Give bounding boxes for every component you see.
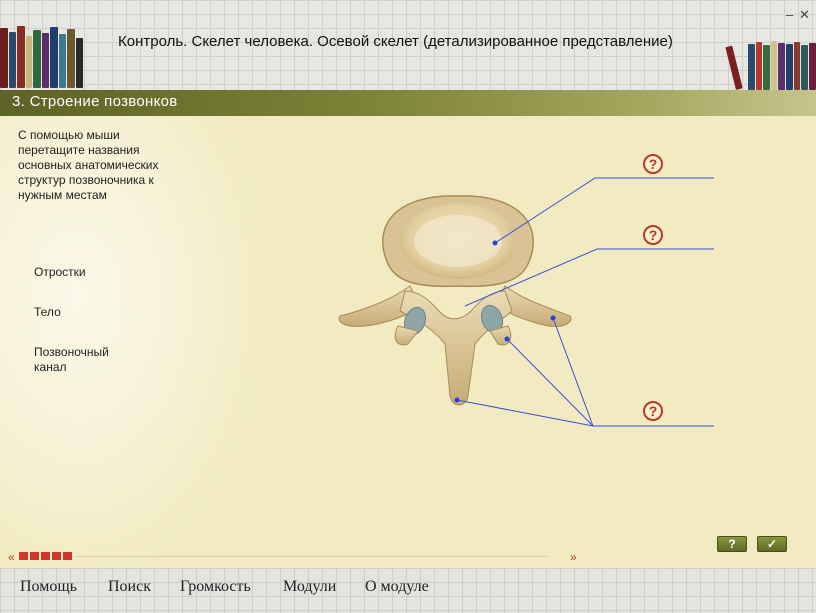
drop-target-1-question-icon[interactable]: ? <box>643 154 663 174</box>
minimize-button[interactable]: – <box>786 8 793 21</box>
progress-track <box>74 556 548 557</box>
vertebra-image <box>338 195 572 406</box>
section-title: 3. Строение позвонков <box>12 93 178 110</box>
progress-step <box>19 552 28 560</box>
bookshelf-left-image <box>0 26 86 88</box>
prev-arrow-icon[interactable]: « <box>8 550 15 564</box>
menu-modules[interactable]: Модули <box>283 578 336 596</box>
progress-step <box>41 552 50 560</box>
progress-step <box>63 552 72 560</box>
content-panel: С помощью мыши перетащите названия основ… <box>0 116 816 568</box>
progress-step <box>30 552 39 560</box>
window-title: Контроль. Скелет человека. Осевой скелет… <box>118 33 673 50</box>
section-header: 3. Строение позвонков <box>0 90 816 116</box>
menu-about-module[interactable]: О модуле <box>365 578 429 596</box>
close-button[interactable]: ✕ <box>799 8 810 21</box>
drop-target-3-question-icon[interactable]: ? <box>643 401 663 421</box>
vertebra-diagram <box>338 177 714 427</box>
next-arrow-icon[interactable]: » <box>570 550 577 564</box>
bottom-menu: Помощь Поиск Громкость Модули О модуле <box>0 568 816 613</box>
progress-row: « » <box>0 546 816 568</box>
menu-volume[interactable]: Громкость <box>180 578 251 596</box>
progress-step <box>52 552 61 560</box>
header: Контроль. Скелет человека. Осевой скелет… <box>0 0 816 90</box>
menu-search[interactable]: Поиск <box>108 578 151 596</box>
menu-help[interactable]: Помощь <box>20 578 77 596</box>
bookshelf-right-image <box>725 40 816 90</box>
drop-target-2-question-icon[interactable]: ? <box>643 225 663 245</box>
